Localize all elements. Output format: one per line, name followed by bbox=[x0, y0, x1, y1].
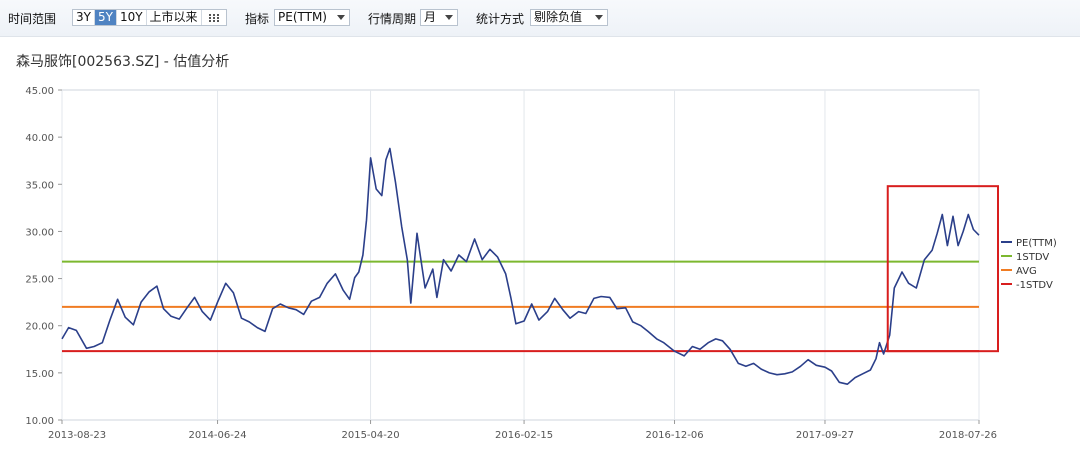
y-tick-label: 35.00 bbox=[25, 180, 54, 191]
series-line-pe-ttm bbox=[61, 147, 980, 386]
y-tick-label: 40.00 bbox=[25, 133, 54, 144]
x-tick-label: 2018-07-26 bbox=[939, 430, 997, 441]
x-tick-label: 2017-09-27 bbox=[796, 430, 854, 441]
legend-label: -1STDV bbox=[1016, 280, 1053, 291]
y-tick-label: 20.00 bbox=[25, 322, 54, 333]
legend-label: PE(TTM) bbox=[1016, 238, 1057, 249]
highlight-box bbox=[886, 185, 999, 353]
x-tick-label: 2015-04-20 bbox=[341, 430, 399, 441]
x-tick-label: 2014-06-24 bbox=[188, 430, 246, 441]
y-tick-label: 15.00 bbox=[25, 369, 54, 380]
y-tick-label: 10.00 bbox=[25, 416, 54, 427]
x-tick-label: 2016-12-06 bbox=[645, 430, 703, 441]
y-tick-label: 30.00 bbox=[25, 227, 54, 238]
legend-label: AVG bbox=[1016, 266, 1037, 277]
x-tick-label: 2013-08-23 bbox=[48, 430, 106, 441]
legend-label: 1STDV bbox=[1016, 252, 1049, 263]
x-tick-label: 2016-02-15 bbox=[495, 430, 553, 441]
pe-valuation-chart: 2013-08-23 2014-06-24 2015-04-20 2016-02-15… bbox=[25, 86, 1057, 441]
y-tick-label: 25.00 bbox=[25, 275, 54, 286]
y-tick-label: 45.00 bbox=[25, 86, 54, 97]
plot-frame bbox=[61, 89, 980, 421]
